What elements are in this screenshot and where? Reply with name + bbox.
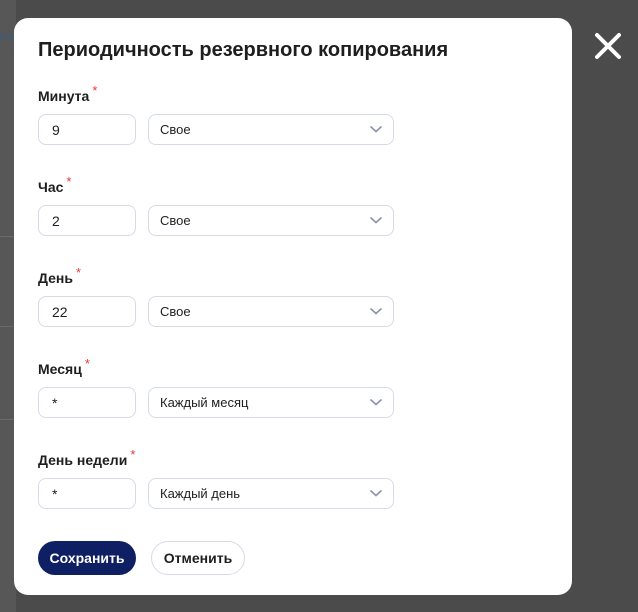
weekday-mode-select[interactable]: Каждый день (148, 478, 394, 509)
day-mode-select[interactable]: Свое (148, 296, 394, 327)
day-label: День * (38, 265, 82, 286)
required-mark: * (66, 174, 72, 189)
hour-field: Час* Свое (38, 174, 398, 259)
weekday-label: День недели * (38, 447, 136, 468)
required-mark: * (130, 447, 136, 462)
close-button[interactable] (592, 30, 624, 62)
minute-mode-value: Свое (160, 122, 191, 137)
hour-mode-select[interactable]: Свое (148, 205, 394, 236)
month-mode-value: Каждый месяц (160, 395, 249, 410)
day-input[interactable] (38, 296, 136, 327)
minute-label: Минута * (38, 83, 98, 104)
hour-label: Час * (38, 174, 72, 195)
weekday-mode-value: Каждый день (160, 486, 241, 501)
modal-overlay[interactable]: рэ Периодичность резервного копирования … (0, 0, 638, 612)
month-field: Месяц* Каждый месяц (38, 356, 398, 441)
minute-field: Минута* Свое (38, 83, 398, 168)
dialog-title: Периодичность резервного копирования (38, 39, 449, 61)
month-input[interactable] (38, 387, 136, 418)
chevron-down-icon (369, 216, 383, 224)
chevron-down-icon (369, 489, 383, 497)
chevron-down-icon (369, 307, 383, 315)
required-mark: * (92, 83, 98, 98)
required-mark: * (84, 356, 90, 371)
month-label: Месяц * (38, 356, 90, 377)
chevron-down-icon (369, 398, 383, 406)
minute-input[interactable] (38, 114, 136, 145)
hour-mode-value: Свое (160, 213, 191, 228)
cancel-button[interactable]: Отменить (151, 541, 245, 575)
backup-schedule-dialog: Периодичность резервного копирования Мин… (14, 18, 572, 595)
weekday-input[interactable] (38, 478, 136, 509)
minute-mode-select[interactable]: Свое (148, 114, 394, 145)
weekday-field: День недели* Каждый день (38, 447, 398, 532)
required-mark: * (76, 265, 82, 280)
month-mode-select[interactable]: Каждый месяц (148, 387, 394, 418)
chevron-down-icon (369, 125, 383, 133)
background-text-fragment: рэ (0, 28, 14, 43)
day-mode-value: Свое (160, 304, 191, 319)
close-icon (595, 33, 621, 59)
save-button[interactable]: Сохранить (38, 541, 136, 575)
hour-input[interactable] (38, 205, 136, 236)
day-field: День* Свое (38, 265, 398, 350)
